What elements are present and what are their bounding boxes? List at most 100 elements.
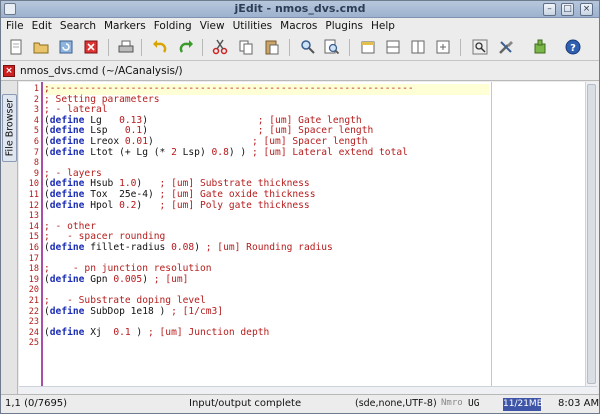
menu-search[interactable]: Search xyxy=(56,18,100,35)
code-line[interactable]: (define SubDop 1e18 ) ; [1/cm3] xyxy=(44,307,223,318)
line-number[interactable]: 24 xyxy=(19,328,39,339)
toolbar: ? xyxy=(1,35,599,61)
menu-folding[interactable]: Folding xyxy=(150,18,196,35)
print-icon[interactable] xyxy=(117,38,135,56)
caret-position[interactable]: 1,1 (0/7695) xyxy=(5,398,67,409)
close-buffer-icon[interactable] xyxy=(82,38,100,56)
text-area[interactable]: ;---------------------------------------… xyxy=(44,82,489,386)
code-token: ; [um] xyxy=(154,274,189,285)
menu-help[interactable]: Help xyxy=(367,18,399,35)
code-token: 0.2 xyxy=(119,200,136,211)
copy-icon[interactable] xyxy=(237,38,255,56)
reload-icon[interactable] xyxy=(57,38,75,56)
code-token: ; [1/cm3] xyxy=(171,306,223,317)
code-token: ; [um] Spacer length xyxy=(258,125,374,136)
line-number[interactable]: 1 xyxy=(19,84,39,95)
line-number[interactable]: 18 xyxy=(19,264,39,275)
line-number[interactable]: 14 xyxy=(19,222,39,233)
code-token: Lsp) xyxy=(177,147,212,158)
line-number[interactable]: 12 xyxy=(19,201,39,212)
line-number[interactable]: 13 xyxy=(19,211,39,222)
line-number-gutter[interactable]: 1234567891011121314151617181920212223242… xyxy=(19,82,41,386)
code-line[interactable]: (define Xj 0.1 ) ; [um] Junction depth xyxy=(44,328,269,339)
menu-file[interactable]: File xyxy=(1,18,28,35)
code-token: 0.01 xyxy=(125,136,148,147)
title-bar[interactable]: jEdit - nmos_dvs.cmd – □ × xyxy=(1,1,599,18)
toolbar-separator xyxy=(289,39,290,56)
line-number[interactable]: 21 xyxy=(19,296,39,307)
paste-icon[interactable] xyxy=(263,38,281,56)
undo-icon[interactable] xyxy=(151,38,169,56)
menu-macros[interactable]: Macros xyxy=(276,18,321,35)
redo-icon[interactable] xyxy=(177,38,195,56)
line-number[interactable]: 17 xyxy=(19,254,39,265)
code-token: SubDop 1e18 ) xyxy=(84,306,171,317)
code-token: 0.005 xyxy=(113,274,142,285)
file-browser-tab[interactable]: File Browser xyxy=(2,94,17,162)
plugin-manager-icon[interactable] xyxy=(531,38,549,56)
code-line[interactable]: (define Ltot (+ Lg (* 2 Lsp) 0.8) ) ; [u… xyxy=(44,148,408,159)
code-line[interactable]: (define fillet-radius 0.08) ; [um] Round… xyxy=(44,243,333,254)
line-number[interactable]: 11 xyxy=(19,190,39,201)
code-token: ; [um] Rounding radius xyxy=(206,242,333,253)
split-horizontal-icon[interactable] xyxy=(384,38,402,56)
code-token: define xyxy=(50,200,85,211)
line-number[interactable]: 20 xyxy=(19,285,39,296)
line-number[interactable]: 7 xyxy=(19,148,39,159)
code-token: 1.0 xyxy=(119,178,136,189)
line-number[interactable]: 23 xyxy=(19,317,39,328)
menu-markers[interactable]: Markers xyxy=(100,18,150,35)
scrollbar-thumb[interactable] xyxy=(587,84,596,384)
new-view-icon[interactable] xyxy=(359,38,377,56)
menu-view[interactable]: View xyxy=(196,18,229,35)
buffer-flags[interactable]: Nmro xyxy=(441,398,463,408)
line-number[interactable]: 16 xyxy=(19,243,39,254)
split-vertical-icon[interactable] xyxy=(409,38,427,56)
text-editor[interactable]: 1234567891011121314151617181920212223242… xyxy=(19,82,597,386)
line-number[interactable]: 9 xyxy=(19,169,39,180)
code-token: ; - Substrate doping level xyxy=(44,295,206,306)
line-number[interactable]: 3 xyxy=(19,105,39,116)
line-number[interactable]: 5 xyxy=(19,126,39,137)
menu-plugins[interactable]: Plugins xyxy=(321,18,367,35)
line-number[interactable]: 25 xyxy=(19,338,39,349)
code-token: ; [um] Spacer length xyxy=(252,136,368,147)
line-number[interactable]: 22 xyxy=(19,307,39,318)
buffer-mode[interactable]: (sde,none,UTF-8) xyxy=(355,398,437,409)
new-file-icon[interactable] xyxy=(7,38,25,56)
line-number[interactable]: 10 xyxy=(19,179,39,190)
line-number[interactable]: 19 xyxy=(19,275,39,286)
vertical-scrollbar[interactable] xyxy=(585,82,597,386)
wrap-margin-guide xyxy=(491,82,492,386)
buffer-name[interactable]: nmos_dvs.cmd (~/ACanalysis/) xyxy=(20,65,183,77)
buffer-flags-active[interactable]: UG xyxy=(468,398,479,409)
find-icon[interactable] xyxy=(299,38,317,56)
maximize-icon[interactable]: □ xyxy=(561,3,574,16)
menu-utilities[interactable]: Utilities xyxy=(229,18,277,35)
line-number[interactable]: 8 xyxy=(19,158,39,169)
code-token: Hpol xyxy=(84,200,119,211)
code-token: define xyxy=(50,136,85,147)
close-buffer-button[interactable]: × xyxy=(3,65,15,77)
code-token: define xyxy=(50,147,85,158)
code-line[interactable]: (define Gpn 0.005) ; [um] xyxy=(44,275,188,286)
minimize-icon[interactable]: – xyxy=(543,3,556,16)
menu-edit[interactable]: Edit xyxy=(28,18,56,35)
close-window-icon[interactable]: × xyxy=(580,3,593,16)
open-folder-icon[interactable] xyxy=(32,38,50,56)
search-plugin-icon[interactable] xyxy=(471,38,489,56)
help-icon[interactable]: ? xyxy=(564,38,582,56)
line-number[interactable]: 15 xyxy=(19,232,39,243)
global-options-icon[interactable] xyxy=(497,38,515,56)
buffer-switcher[interactable]: × nmos_dvs.cmd (~/ACanalysis/) xyxy=(1,62,599,81)
cut-icon[interactable] xyxy=(211,38,229,56)
memory-indicator[interactable]: 11/21MB xyxy=(503,398,541,411)
horizontal-scrollbar[interactable] xyxy=(19,386,597,394)
code-token: Tox 25e-4) xyxy=(84,189,159,200)
find-in-files-icon[interactable] xyxy=(323,38,341,56)
line-number[interactable]: 4 xyxy=(19,116,39,127)
code-line[interactable]: (define Hpol 0.2) ; [um] Poly gate thick… xyxy=(44,201,310,212)
line-number[interactable]: 2 xyxy=(19,95,39,106)
unsplit-icon[interactable] xyxy=(434,38,452,56)
line-number[interactable]: 6 xyxy=(19,137,39,148)
